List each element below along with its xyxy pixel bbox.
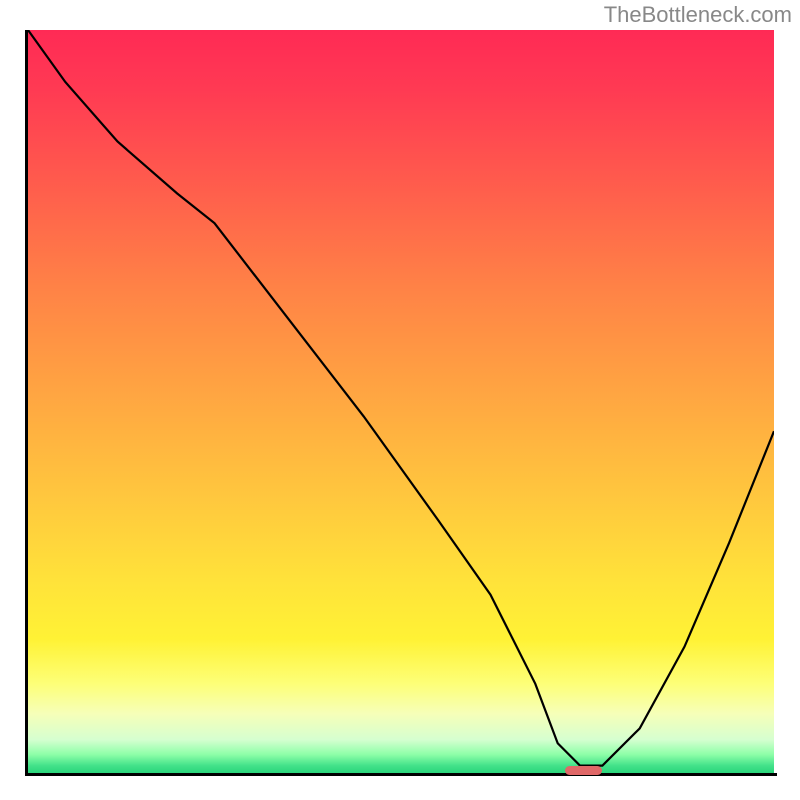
plot-area (25, 30, 777, 776)
optimal-range-marker (565, 766, 602, 775)
chart-frame: TheBottleneck.com (0, 0, 800, 800)
axes (25, 30, 777, 776)
watermark-text: TheBottleneck.com (604, 2, 792, 28)
